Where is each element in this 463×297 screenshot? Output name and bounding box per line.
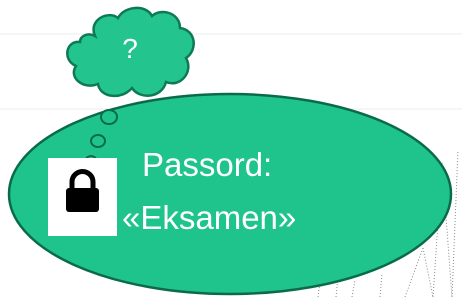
lock-icon-box <box>48 158 117 236</box>
question-mark: ? <box>122 33 138 64</box>
password-label: Passord: <box>142 146 273 183</box>
thought-dot-medium <box>90 134 106 148</box>
lock-icon <box>66 169 99 212</box>
slide-canvas: ? Passord: «Eksamen» <box>0 0 463 297</box>
thought-dot-large <box>100 109 118 125</box>
password-value: «Eksamen» <box>122 199 297 236</box>
